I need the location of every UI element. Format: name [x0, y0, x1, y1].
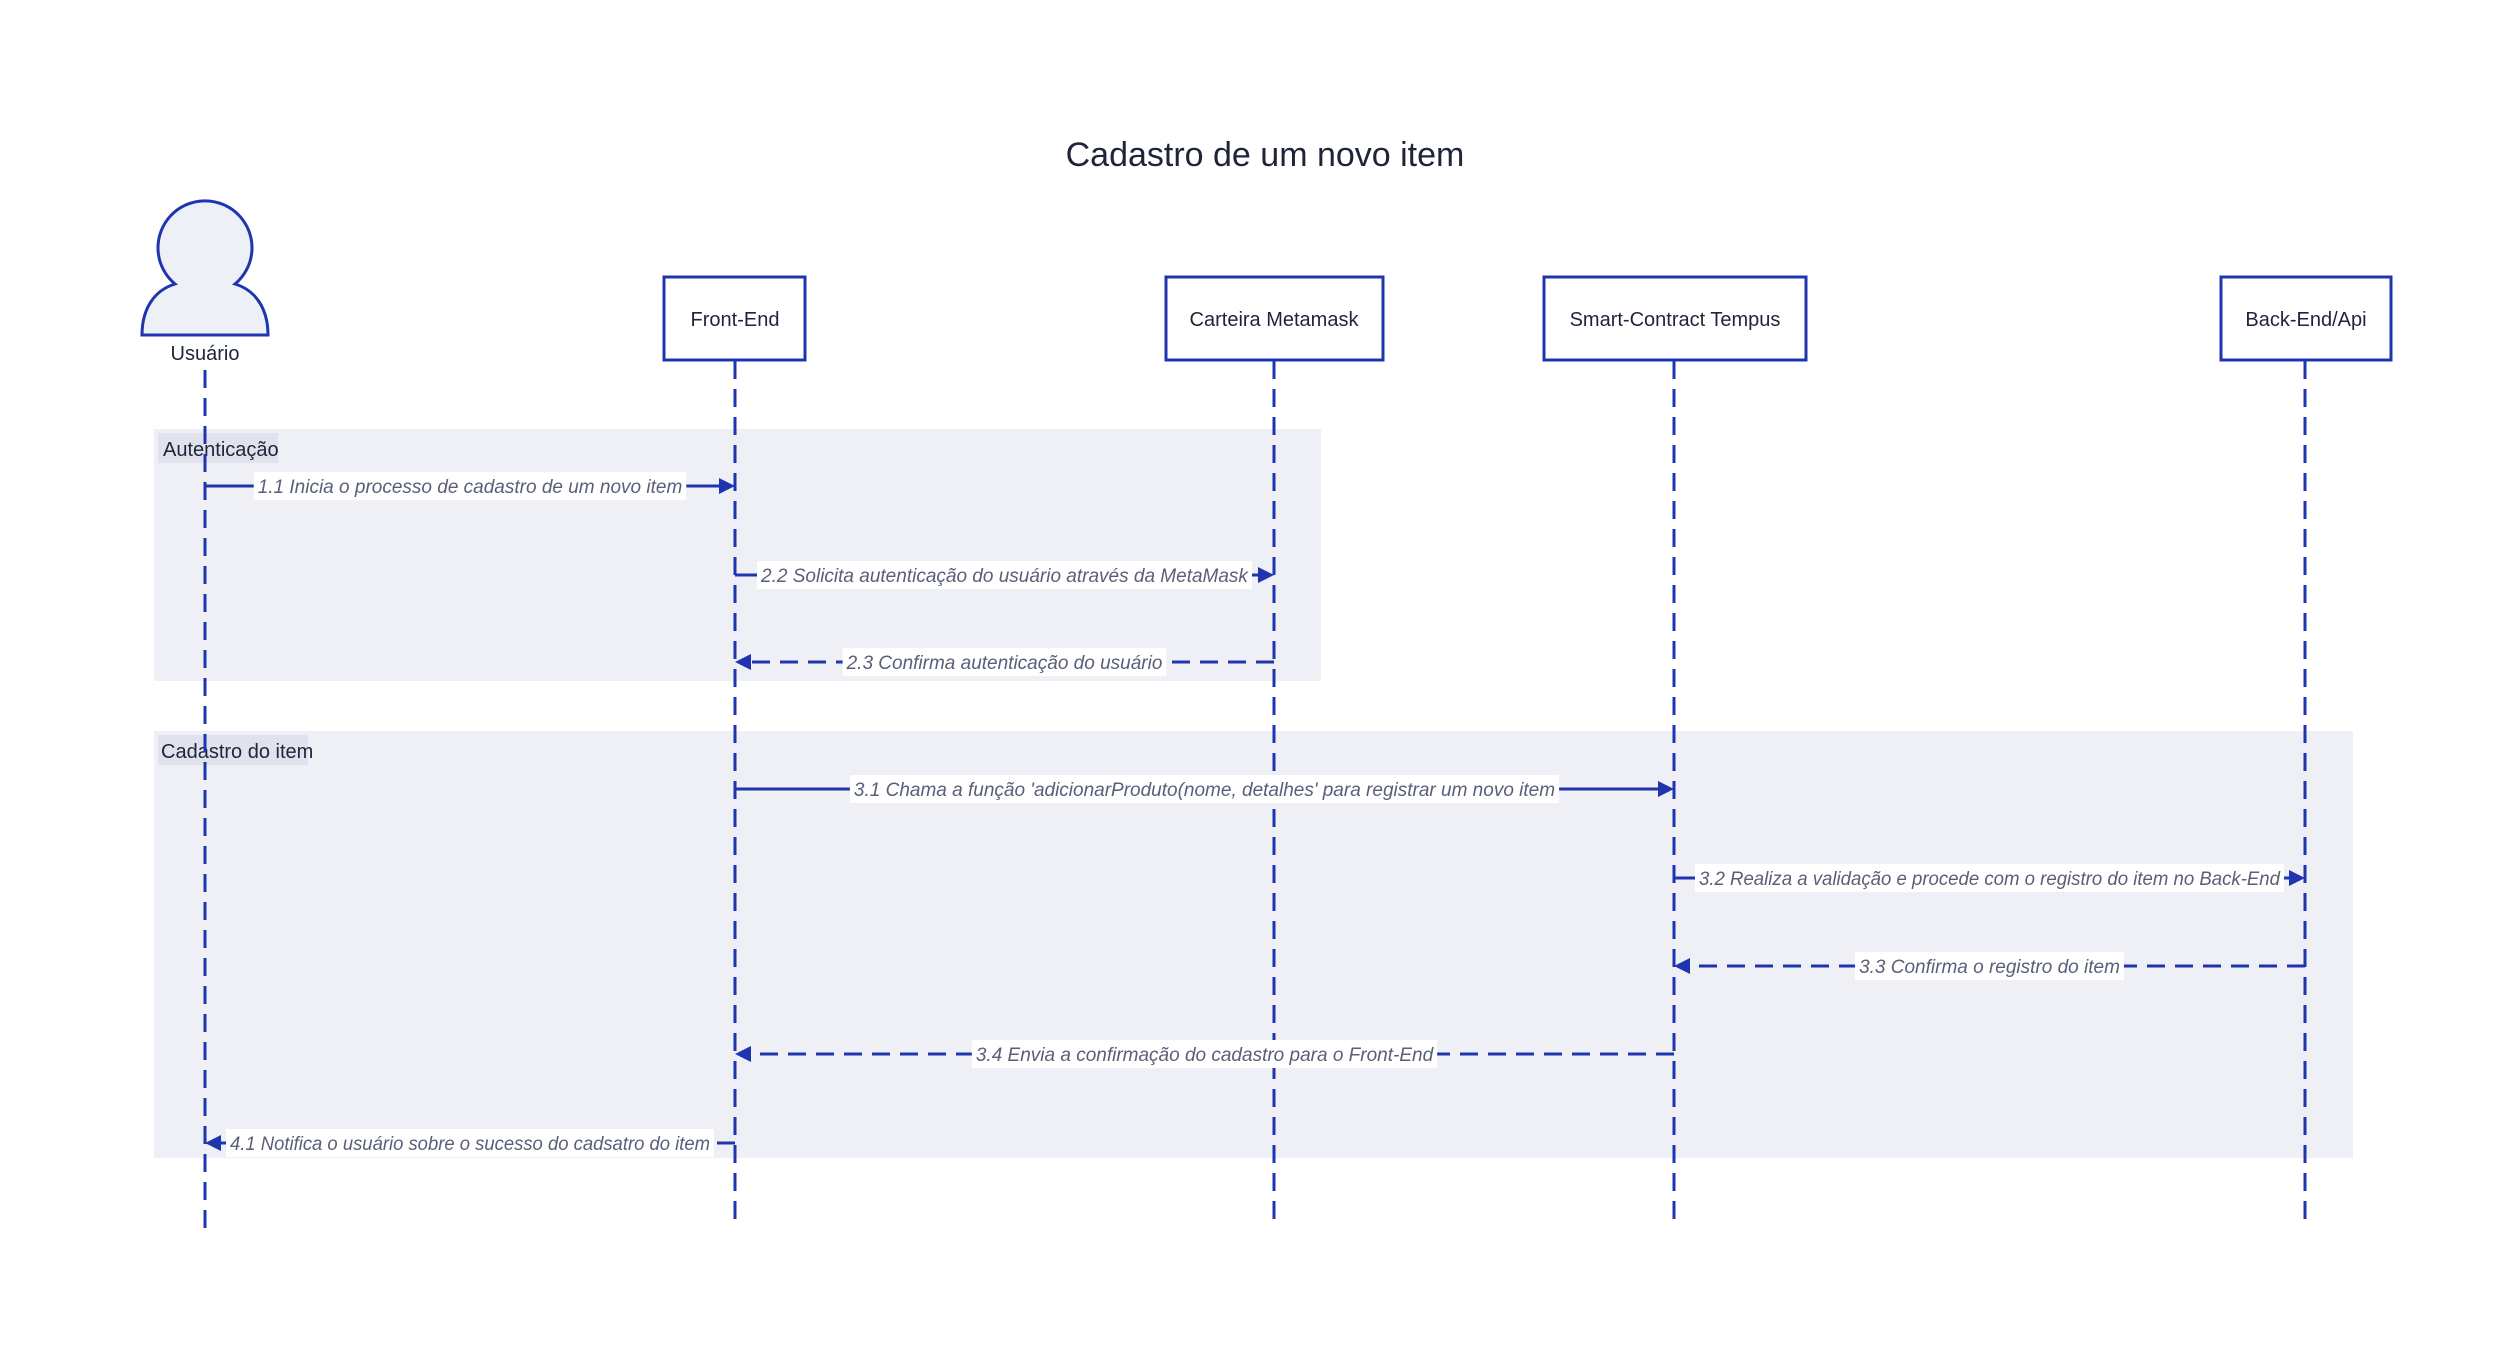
participant-backend: Back-End/Api	[2219, 275, 2393, 362]
participant-frontend: Front-End	[662, 275, 807, 362]
message-label: 2.2 Solicita autenticação do usuário atr…	[760, 566, 1249, 587]
participant-label-frontend: Front-End	[691, 309, 780, 331]
message-arrow: 3.1 Chama a função 'adicionarProduto(nom…	[735, 775, 1674, 803]
person-icon	[140, 199, 270, 337]
participant-label-user: Usuário	[171, 343, 240, 365]
message-label: 3.2 Realiza a validação e procede com o …	[1699, 869, 2281, 890]
participant-contract: Smart-Contract Tempus	[1542, 275, 1808, 362]
sequence-diagram: Cadastro de um novo item Autenticação Ca…	[140, 136, 2393, 1230]
message-label: 1.1 Inicia o processo de cadastro de um …	[258, 477, 683, 498]
message-arrow: 1.1 Inicia o processo de cadastro de um …	[205, 472, 735, 500]
participant-label-metamask: Carteira Metamask	[1190, 309, 1360, 331]
message-label: 3.4 Envia a confirmação do cadastro para…	[976, 1045, 1435, 1066]
diagram-title: Cadastro de um novo item	[1066, 136, 1465, 174]
message-arrow: 2.2 Solicita autenticação do usuário atr…	[735, 561, 1274, 589]
message-label: 2.3 Confirma autenticação do usuário	[846, 653, 1163, 674]
participant-label-contract: Smart-Contract Tempus	[1570, 309, 1781, 331]
participant-metamask: Carteira Metamask	[1164, 275, 1385, 362]
group-label-cadastro-do-item: Cadastro do item	[161, 741, 313, 763]
message-arrow: 3.2 Realiza a validação e procede com o …	[1674, 864, 2305, 892]
message-label: 4.1 Notifica o usuário sobre o sucesso d…	[230, 1134, 710, 1155]
group-label-autenticacao: Autenticação	[163, 439, 279, 461]
group-autenticacao: Autenticação	[154, 429, 1321, 681]
participant-user: Usuário	[140, 199, 270, 365]
message-arrow: 4.1 Notifica o usuário sobre o sucesso d…	[205, 1129, 735, 1157]
participant-label-backend: Back-End/Api	[2245, 309, 2366, 331]
message-label: 3.1 Chama a função 'adicionarProduto(nom…	[854, 780, 1555, 801]
message-label: 3.3 Confirma o registro do item	[1859, 957, 2120, 978]
